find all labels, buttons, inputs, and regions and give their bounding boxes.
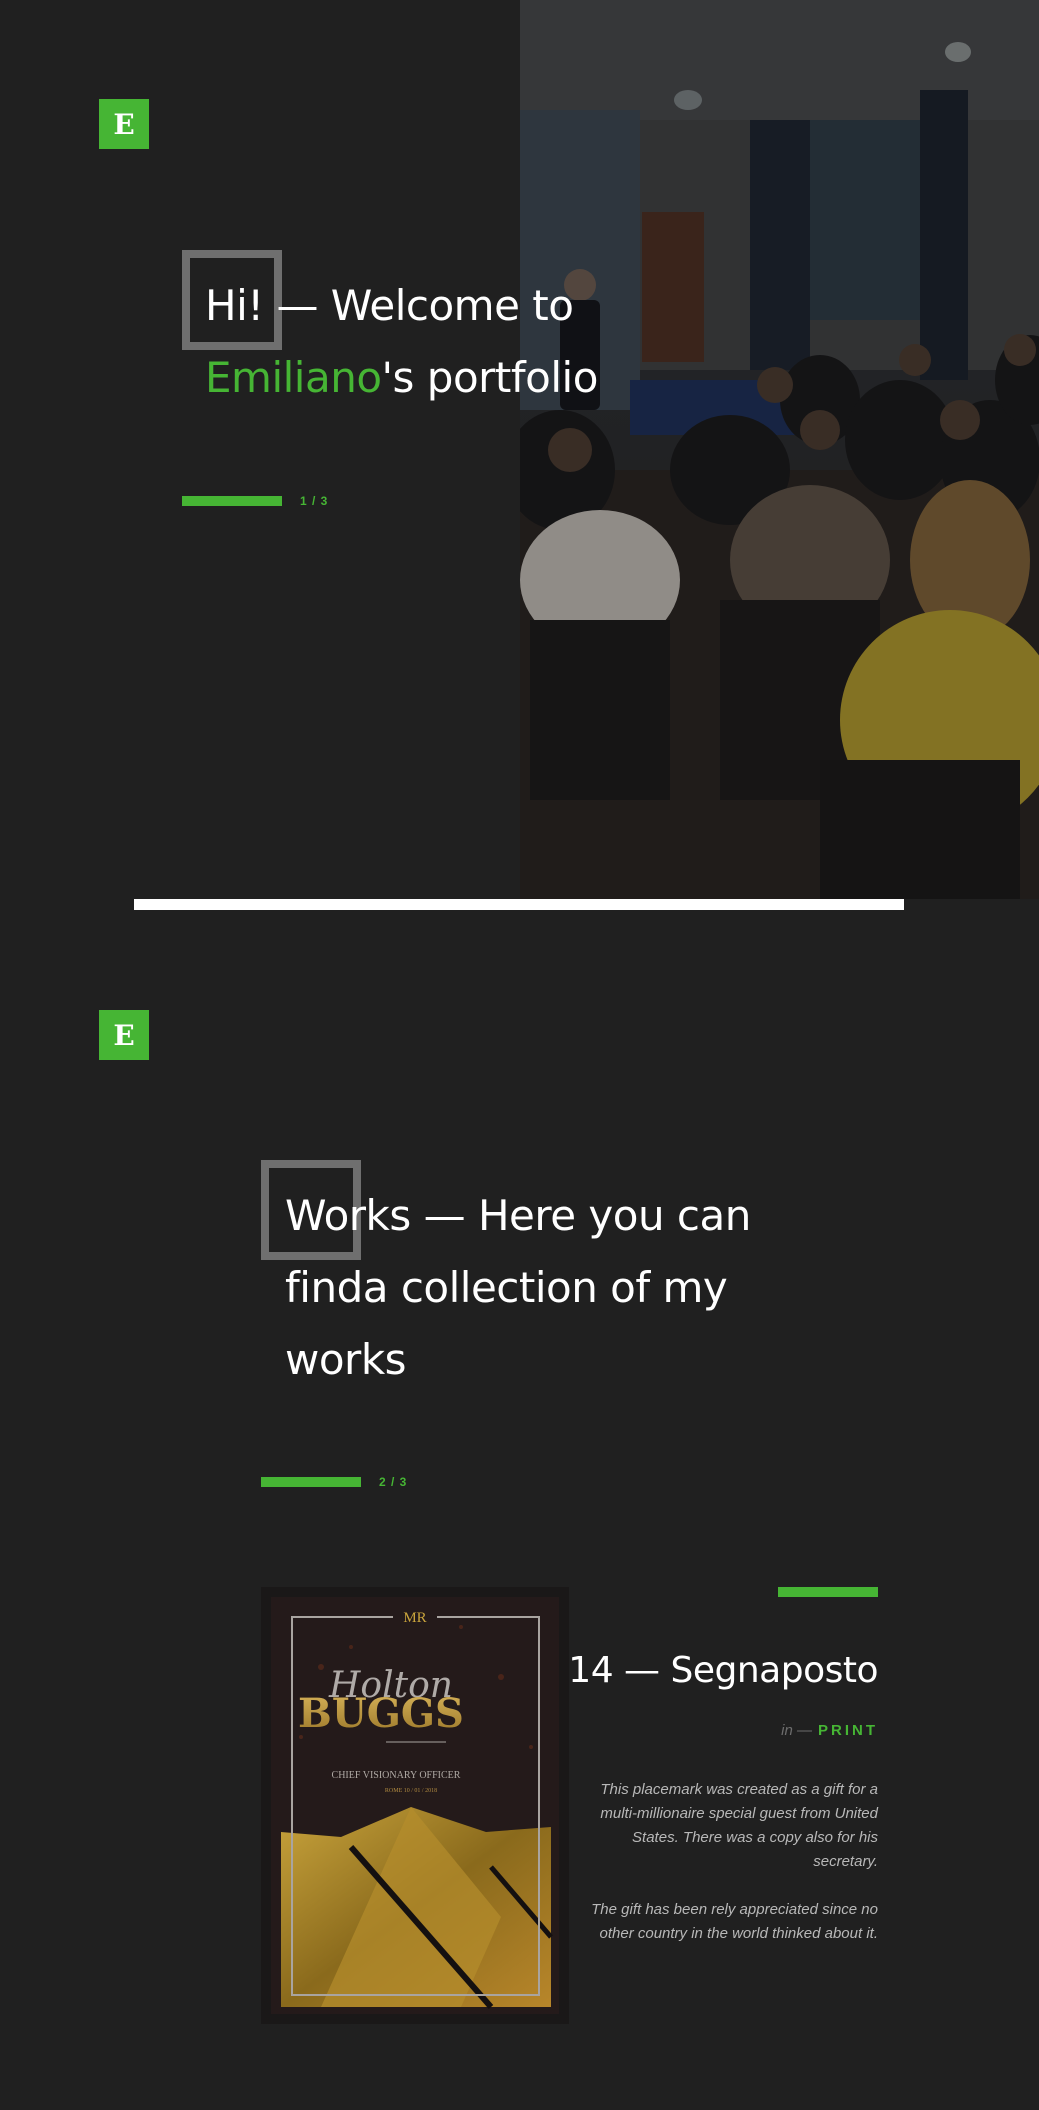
counter-text: 2 / 3	[379, 1475, 408, 1489]
poster-date: ROME 10 / 01 / 2018	[385, 1788, 437, 1794]
counter-bar	[261, 1477, 361, 1487]
works-title: Works — Here you can finda collection of…	[285, 1180, 845, 1396]
project-description-paragraph: The gift has been rely appreciated since…	[591, 1901, 878, 1942]
hero-title-welcome: — Welcome to	[263, 281, 574, 330]
poster-surname: BUGGS	[298, 1690, 464, 1737]
project-accent-bar	[778, 1587, 878, 1597]
section-divider	[134, 899, 904, 910]
project-image[interactable]: MR Holton BUGGS CHIEF VISIONARY OFFICER …	[261, 1587, 569, 2024]
project-title[interactable]: 14 — Segnaposto	[568, 1650, 878, 1691]
works-slide-counter: 2 / 3	[261, 1475, 407, 1489]
hero-slide-counter: 1 / 3	[182, 494, 328, 508]
works-title-heading: Works	[285, 1191, 411, 1240]
hero-title-portfolio: 's portfolio	[381, 353, 599, 402]
project-category-link[interactable]: PRINT	[818, 1722, 878, 1739]
project-description-paragraph: This placemark was created as a gift for…	[600, 1781, 878, 1870]
hero-title-name: Emiliano	[205, 353, 382, 402]
hero-photo	[520, 0, 1039, 899]
project-meta-prefix: in —	[781, 1722, 812, 1739]
project-meta: in — PRINT	[781, 1722, 878, 1739]
hero-title-greeting: Hi!	[205, 281, 264, 330]
project-description: This placemark was created as a gift for…	[580, 1778, 878, 1970]
hero-title: Hi! — Welcome to Emiliano's portfolio	[205, 270, 725, 414]
brand-logo[interactable]: E	[99, 1010, 149, 1060]
brand-logo[interactable]: E	[99, 99, 149, 149]
counter-bar	[182, 496, 282, 506]
poster-role: CHIEF VISIONARY OFFICER	[332, 1770, 461, 1781]
counter-text: 1 / 3	[300, 494, 329, 508]
poster-top-label: MR	[403, 1610, 426, 1626]
